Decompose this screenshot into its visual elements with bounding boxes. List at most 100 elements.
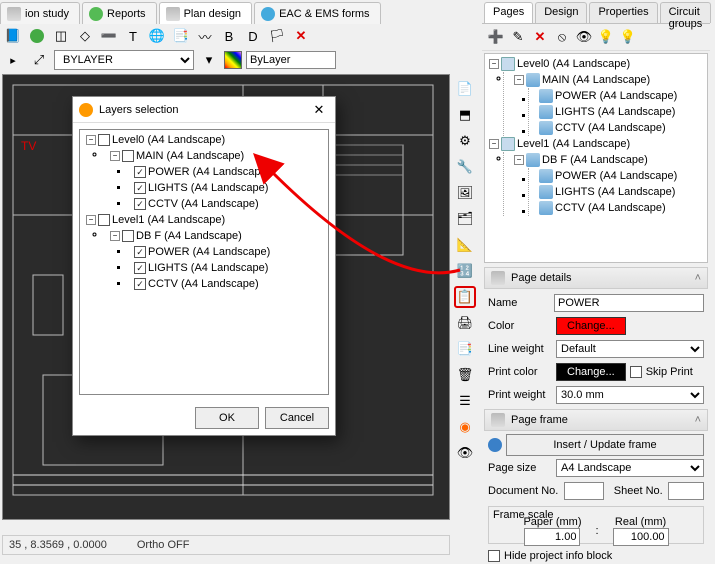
printcolor-change-button[interactable]: Change...: [556, 363, 626, 381]
tree-node-cctv2[interactable]: CCTV (A4 Landscape): [539, 200, 707, 216]
tree-node-cctv[interactable]: CCTV (A4 Landscape): [539, 120, 707, 136]
tool-delete-icon[interactable]: ✕: [290, 25, 312, 47]
ok-button[interactable]: OK: [195, 407, 259, 429]
tree-node-main[interactable]: −MAIN (A4 Landscape): [514, 72, 707, 88]
tool-B-icon[interactable]: B: [218, 25, 240, 47]
add-page-icon[interactable]: ➕: [486, 27, 506, 47]
tab-properties[interactable]: Properties: [589, 2, 657, 23]
tree-node-power[interactable]: POWER (A4 Landscape): [539, 88, 707, 104]
collapser-icon[interactable]: −: [86, 215, 96, 225]
light1-icon[interactable]: 💡: [596, 27, 616, 47]
size-icon[interactable]: ⤢: [28, 49, 50, 71]
color-change-button[interactable]: Change...: [556, 317, 626, 335]
real-field[interactable]: [613, 528, 669, 546]
cancel-button[interactable]: Cancel: [265, 407, 329, 429]
chevron-up-icon[interactable]: ˄: [695, 414, 701, 426]
tab-design[interactable]: Design: [535, 2, 587, 23]
skip-print-checkbox[interactable]: [630, 366, 642, 378]
checkbox[interactable]: [134, 262, 146, 274]
collapser-icon[interactable]: −: [86, 135, 96, 145]
tree-node-lights2[interactable]: LIGHTS (A4 Landscape): [539, 184, 707, 200]
collapser-icon[interactable]: −: [514, 155, 524, 165]
collapser-icon[interactable]: −: [110, 231, 120, 241]
tool-shape-icon[interactable]: ◇: [74, 25, 96, 47]
rt-trash-icon[interactable]: 🗑: [454, 364, 476, 386]
line-weight-select[interactable]: Default: [556, 340, 704, 358]
rt-eye-icon[interactable]: 👁: [454, 442, 476, 464]
tab-ion-study[interactable]: ion study: [0, 2, 80, 24]
line-style-select[interactable]: BYLAYER: [54, 50, 194, 70]
rt-icon-3[interactable]: ⚙: [454, 130, 476, 152]
checkbox[interactable]: [98, 134, 110, 146]
tree-node-dbf[interactable]: −DB F (A4 Landscape): [514, 152, 707, 168]
collapser-icon[interactable]: −: [489, 59, 499, 69]
tab-plan-design[interactable]: Plan design: [159, 2, 253, 24]
chevron-up-icon[interactable]: ˄: [695, 272, 701, 284]
rt-icon-6[interactable]: 🗂: [454, 208, 476, 230]
edit-page-icon[interactable]: ✎: [508, 27, 528, 47]
tab-circuit-groups[interactable]: Circuit groups: [660, 2, 712, 23]
rt-icon-2[interactable]: ⬒: [454, 104, 476, 126]
rt-print-icon[interactable]: 🖨: [454, 312, 476, 334]
print-weight-select[interactable]: 30.0 mm: [556, 386, 704, 404]
docno-field[interactable]: [564, 482, 604, 500]
tree-node-level0[interactable]: −Level0 (A4 Landscape): [489, 56, 707, 72]
tab-pages[interactable]: Pages: [484, 2, 533, 23]
checkbox[interactable]: [134, 198, 146, 210]
layer-name-field[interactable]: [246, 51, 336, 69]
paper-field[interactable]: [524, 528, 580, 546]
checkbox[interactable]: [134, 166, 146, 178]
rt-icon-5[interactable]: 🖼: [454, 182, 476, 204]
tab-reports[interactable]: Reports: [82, 2, 157, 24]
rt-layers-icon[interactable]: 📋: [454, 286, 476, 308]
delete-icon[interactable]: ✕: [530, 27, 550, 47]
hide-info-checkbox[interactable]: [488, 550, 500, 562]
checkbox[interactable]: [98, 214, 110, 226]
rt-icon-1[interactable]: 📄: [454, 78, 476, 100]
collapser-icon[interactable]: −: [110, 151, 120, 161]
tree-node-power2[interactable]: POWER (A4 Landscape): [539, 168, 707, 184]
section-page-frame[interactable]: Page frame ˄: [484, 409, 708, 431]
checkbox[interactable]: [122, 150, 134, 162]
tree-node-level1[interactable]: −Level1 (A4 Landscape): [489, 136, 707, 152]
tool-book-icon[interactable]: 📘: [2, 25, 24, 47]
tool-flag-icon[interactable]: 🏳: [266, 25, 288, 47]
rt-icon-8[interactable]: 🔢: [454, 260, 476, 282]
collapser-icon[interactable]: −: [489, 139, 499, 149]
light2-icon[interactable]: 💡: [618, 27, 638, 47]
pagesize-select[interactable]: A4 Landscape: [556, 459, 704, 477]
arrow-icon[interactable]: ▸: [2, 49, 24, 71]
tool-wall-icon[interactable]: ◫: [50, 25, 72, 47]
rt-fire-icon[interactable]: ◉: [454, 416, 476, 438]
dialog-tree[interactable]: −Level0 (A4 Landscape) −MAIN (A4 Landsca…: [79, 129, 329, 395]
checkbox[interactable]: [134, 246, 146, 258]
rainbow-swatch-icon[interactable]: [224, 51, 242, 69]
pages-tree[interactable]: −Level0 (A4 Landscape) −MAIN (A4 Landsca…: [484, 53, 708, 263]
rt-icon-7[interactable]: 📐: [454, 234, 476, 256]
rt-icon-4[interactable]: 🔧: [454, 156, 476, 178]
checkbox[interactable]: [122, 230, 134, 242]
tool-D-icon[interactable]: D: [242, 25, 264, 47]
insert-frame-button[interactable]: Insert / Update frame: [506, 434, 704, 456]
name-field[interactable]: [554, 294, 704, 312]
collapser-icon[interactable]: −: [514, 75, 524, 85]
section-page-details[interactable]: Page details ˄: [484, 267, 708, 289]
tab-eac-ems[interactable]: EAC & EMS forms: [254, 2, 380, 24]
tool-layers-icon[interactable]: 📑: [170, 25, 192, 47]
checkbox[interactable]: [134, 182, 146, 194]
tool-globe-icon[interactable]: 🌐: [146, 25, 168, 47]
dialog-titlebar[interactable]: Layers selection ✕: [73, 97, 335, 123]
tool-plus-icon[interactable]: [26, 25, 48, 47]
chevron-down-icon[interactable]: ▾: [198, 49, 220, 71]
eye-open-icon[interactable]: 👁: [574, 27, 594, 47]
checkbox[interactable]: [134, 278, 146, 290]
tool-line-icon[interactable]: ➖: [98, 25, 120, 47]
tree-node-lights[interactable]: LIGHTS (A4 Landscape): [539, 104, 707, 120]
rt-copy-icon[interactable]: 📑: [454, 338, 476, 360]
tool-text-icon[interactable]: T: [122, 25, 144, 47]
tool-cable-icon[interactable]: 〰: [194, 25, 216, 47]
sheetno-field[interactable]: [668, 482, 704, 500]
eye-closed-icon[interactable]: ⦸: [552, 27, 572, 47]
close-icon[interactable]: ✕: [309, 100, 329, 120]
rt-fridge-icon[interactable]: ☰: [454, 390, 476, 412]
